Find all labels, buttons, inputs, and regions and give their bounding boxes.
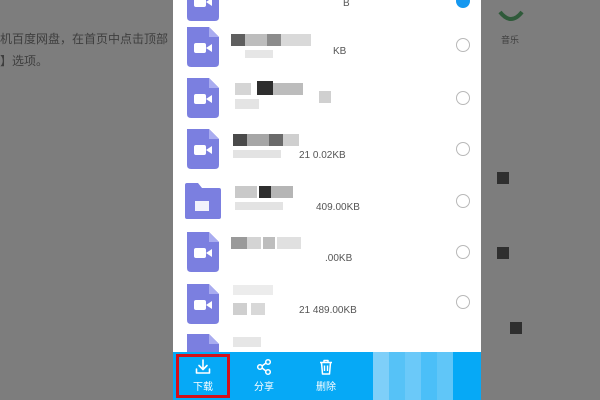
obscured-filename [259, 186, 271, 198]
share-label: 分享 [254, 382, 274, 393]
background-thumbnail [497, 172, 509, 184]
file-size: 21 489.00KB [299, 305, 357, 316]
video-file-icon [187, 78, 219, 118]
obscured-filename [247, 237, 261, 249]
highlight-box [176, 354, 230, 398]
file-size: 21 0.02KB [299, 150, 346, 161]
share-button[interactable]: 分享 [237, 352, 291, 400]
folder-icon [185, 183, 221, 219]
obscured-filename [251, 303, 265, 315]
file-row[interactable]: KB [173, 75, 481, 125]
obscured-filename [281, 34, 311, 46]
obscured-filename [233, 150, 281, 158]
obscured-region [421, 352, 437, 400]
obscured-region [373, 352, 389, 400]
music-app-icon [498, 10, 524, 21]
file-size: B [343, 0, 350, 9]
bottom-action-bar: 下载 分享 删除 [173, 352, 481, 400]
obscured-filename [245, 50, 273, 58]
obscured-filename [257, 81, 273, 95]
file-size: KB [333, 81, 346, 92]
obscured-region [405, 352, 421, 400]
file-row[interactable]: 21 0.02KB [173, 126, 481, 176]
obscured-filename [231, 34, 245, 46]
file-select-radio[interactable] [456, 142, 470, 156]
obscured-filename [233, 134, 247, 146]
obscured-region [437, 352, 453, 400]
music-app-label: 音乐 [501, 36, 520, 46]
obscured-filename [235, 99, 259, 109]
trash-icon [320, 359, 332, 375]
background-thumbnail [497, 247, 509, 259]
obscured-filename [269, 134, 283, 146]
file-select-radio[interactable] [456, 245, 470, 259]
obscured-filename [235, 186, 257, 198]
obscured-filename [233, 337, 261, 347]
background-thumbnail [510, 322, 522, 334]
video-file-icon [187, 129, 219, 169]
obscured-filename [263, 237, 275, 249]
video-file-icon [187, 284, 219, 324]
obscured-filename [231, 237, 247, 249]
background-instruction-line-1: 机百度网盘，在首页中点击顶部 [0, 32, 169, 46]
file-row[interactable]: 21 489.00KB [173, 281, 481, 331]
obscured-filename [267, 34, 281, 46]
video-file-icon [187, 232, 219, 272]
obscured-filename [233, 303, 247, 315]
file-select-screen: B KB KB [173, 0, 481, 400]
file-select-radio[interactable] [456, 91, 470, 105]
file-size: KB [333, 46, 347, 57]
file-select-radio[interactable] [456, 0, 470, 8]
file-row[interactable]: 409.00KB [173, 178, 481, 228]
background-instruction-line-2: 】选项。 [0, 54, 49, 68]
file-row[interactable]: KB [173, 24, 481, 74]
obscured-filename [277, 237, 301, 249]
obscured-filename [235, 83, 251, 95]
obscured-region [389, 352, 405, 400]
obscured-filename [245, 34, 267, 46]
obscured-filename [273, 83, 303, 95]
obscured-filename [235, 202, 283, 210]
obscured-filename [283, 134, 299, 146]
file-select-radio[interactable] [456, 194, 470, 208]
file-select-radio[interactable] [456, 38, 470, 52]
delete-button[interactable]: 删除 [299, 352, 353, 400]
file-size: .00KB [325, 253, 353, 264]
file-row[interactable]: .00KB [173, 229, 481, 279]
obscured-filename [247, 134, 269, 146]
video-file-icon [187, 0, 219, 21]
video-file-icon [187, 27, 219, 67]
obscured-filename [319, 91, 331, 103]
share-icon [256, 358, 272, 376]
obscured-filename [233, 285, 273, 295]
delete-label: 删除 [316, 382, 336, 393]
file-select-radio[interactable] [456, 295, 470, 309]
obscured-filename [271, 186, 293, 198]
file-size: 409.00KB [316, 202, 360, 213]
